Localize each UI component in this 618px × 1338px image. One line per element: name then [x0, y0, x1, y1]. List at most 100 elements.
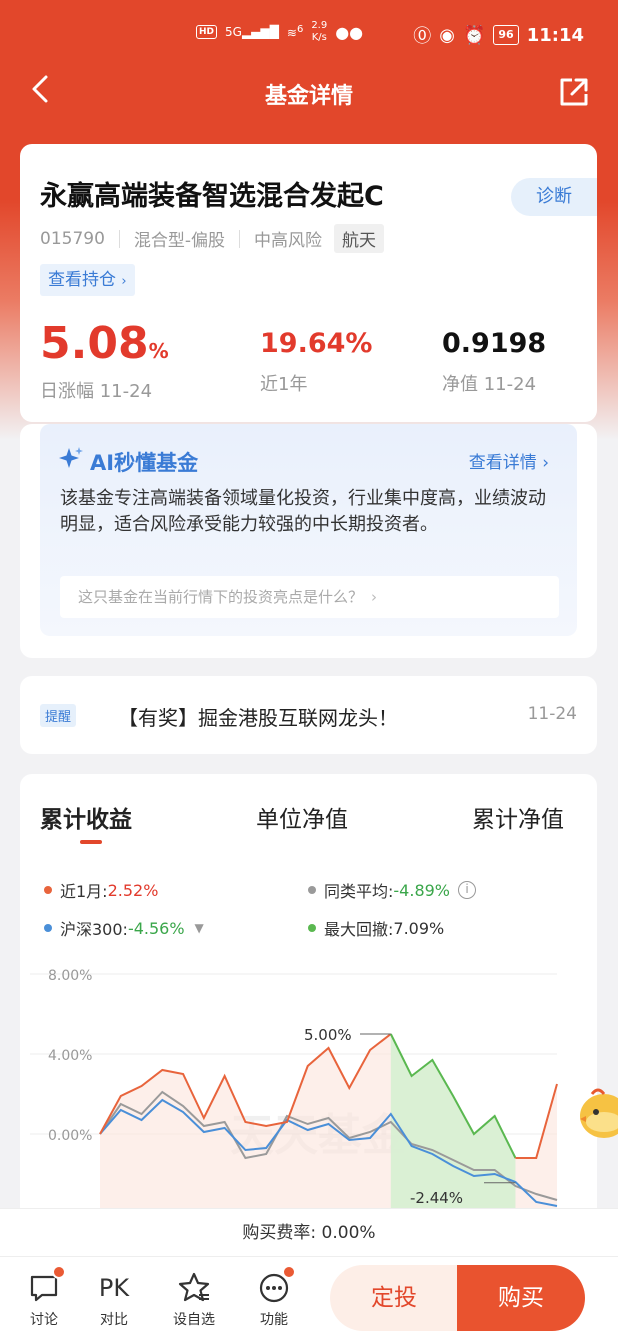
- y-tick-label: 0.00%: [48, 1128, 92, 1144]
- ai-description: 该基金专注高端装备领域量化投资，行业集中度高，业绩波动明显，适合风险承受能力较强…: [60, 488, 546, 535]
- daily-change-number: 5.08: [40, 318, 149, 369]
- year-return-value: 19.64%: [260, 328, 373, 359]
- diagnose-button[interactable]: 诊断: [511, 178, 597, 216]
- status-right: ⓪ ◉ ⏰ 96 11:14: [413, 22, 584, 48]
- ai-title-label: AI秒懂基金: [90, 450, 199, 475]
- nav-value: 0.9198: [442, 328, 547, 359]
- daily-change-label: 日涨幅 11-24: [40, 381, 153, 402]
- legend-index[interactable]: 沪深300: -4.56% ▼: [44, 916, 204, 940]
- features-label: 功能: [260, 1312, 288, 1328]
- speed-unit: K/s: [311, 32, 327, 43]
- info-icon[interactable]: i: [458, 881, 477, 899]
- chat-icon: [14, 1265, 74, 1307]
- pk-icon: PK: [98, 1274, 130, 1302]
- hd-indicator: HD: [196, 25, 218, 39]
- notice-card[interactable]: 提醒 【有奖】掘金港股互联网龙头！ 11-24: [20, 676, 597, 754]
- more-icon: [244, 1265, 304, 1307]
- compare-label: 对比: [100, 1312, 128, 1328]
- annotation-low: -2.44%: [410, 1189, 463, 1207]
- alarm-icon: ⏰: [462, 24, 486, 46]
- legend-drawdown-label: 最大回撤:: [324, 920, 394, 939]
- ai-title: AI秒懂基金: [58, 446, 198, 477]
- nfc-icon: ⓪: [413, 26, 432, 47]
- compare-button[interactable]: PK 对比: [84, 1269, 144, 1329]
- theme-tag[interactable]: 航天: [334, 224, 385, 253]
- nav-stat: 0.9198 净值 11-24: [442, 320, 546, 396]
- y-tick-label: 8.00%: [48, 968, 92, 984]
- fund-code: 015790: [40, 228, 105, 249]
- tab-cumulative-nav[interactable]: 累计净值: [472, 800, 564, 834]
- legend-peer: 同类平均: -4.89% i: [308, 878, 477, 902]
- fund-risk[interactable]: 中高风险: [254, 226, 322, 251]
- legend-peer-label: 同类平均:: [324, 882, 394, 901]
- view-holdings-label: 查看持仓: [48, 270, 116, 290]
- sparkle-icon: [58, 446, 84, 477]
- status-left: HD 5G▂▄▆█ ≋6 2.9 K/s ●●: [196, 20, 363, 44]
- ai-details-link[interactable]: 查看详情 ›: [469, 448, 549, 473]
- battery-icon: 96: [493, 25, 519, 45]
- tab-active-indicator: [80, 840, 102, 844]
- legend-peer-value: -4.89%: [393, 880, 451, 900]
- nav-bar: 基金详情: [0, 70, 618, 114]
- fund-meta: 015790 混合型-偏股 中高风险 航天: [40, 224, 385, 253]
- ai-summary-panel: AI秒懂基金 查看详情 › 该基金专注高端装备领域量化投资，行业集中度高，业绩波…: [40, 424, 577, 636]
- legend-dot: [44, 886, 52, 894]
- eye-comfort-icon: ◉: [439, 24, 455, 46]
- fund-summary-card: 永赢高端装备智选混合发起C 诊断 015790 混合型-偏股 中高风险 航天 查…: [20, 144, 597, 422]
- divider: [118, 229, 120, 248]
- network-speed: 2.9 K/s: [311, 20, 327, 44]
- view-holdings-button[interactable]: 查看持仓 ›: [40, 264, 135, 296]
- page-title: 基金详情: [264, 84, 353, 109]
- speed-value: 2.9: [311, 20, 328, 31]
- share-icon[interactable]: [558, 76, 590, 108]
- legend-index-value: -4.56%: [127, 918, 185, 938]
- divider: [239, 229, 241, 248]
- year-return-stat: 19.64% 近1年: [260, 320, 372, 396]
- daily-change-stat: 5.08% 日涨幅 11-24: [40, 320, 169, 403]
- annotation-high: 5.00%: [304, 1026, 352, 1044]
- mascot-float-icon[interactable]: [578, 1086, 618, 1146]
- performance-chart[interactable]: 8.00%4.00%0.00%天天基金5.00%-2.44%: [20, 954, 597, 1214]
- features-button[interactable]: 功能: [244, 1265, 304, 1329]
- legend-fund-value: 2.52%: [107, 880, 159, 900]
- legend-dot: [308, 924, 316, 932]
- ai-summary-card: AI秒懂基金 查看详情 › 该基金专注高端装备领域量化投资，行业集中度高，业绩波…: [20, 424, 597, 658]
- wechat-icon: ●●: [335, 22, 364, 42]
- notification-dot: [52, 1265, 66, 1279]
- discuss-label: 讨论: [30, 1312, 58, 1328]
- add-watchlist-button[interactable]: 设自选: [164, 1269, 224, 1329]
- discuss-button[interactable]: 讨论: [14, 1265, 74, 1329]
- legend-index-label: 沪深300:: [60, 920, 128, 939]
- buy-button[interactable]: 购买: [457, 1265, 585, 1331]
- fund-type[interactable]: 混合型-偏股: [134, 226, 225, 251]
- auto-invest-button[interactable]: 定投: [330, 1265, 458, 1331]
- legend-dot: [44, 924, 52, 932]
- ai-question-button[interactable]: 这只基金在当前行情下的投资亮点是什么？ ›: [60, 576, 559, 618]
- dropdown-triangle-icon[interactable]: ▼: [195, 921, 204, 935]
- notification-dot: [282, 1265, 296, 1279]
- nav-label: 净值 11-24: [442, 374, 537, 395]
- legend-fund: 近1月: 2.52%: [44, 878, 158, 902]
- y-tick-label: 4.00%: [48, 1048, 92, 1064]
- tab-unit-nav[interactable]: 单位净值: [256, 800, 348, 834]
- legend-dot: [308, 886, 316, 894]
- daily-change-unit: %: [148, 339, 169, 363]
- legend-fund-label: 近1月:: [60, 882, 108, 901]
- status-bar: HD 5G▂▄▆█ ≋6 2.9 K/s ●● ⓪ ◉ ⏰ 96 11:14: [0, 0, 618, 70]
- legend-drawdown: 最大回撤: 7.09%: [308, 916, 444, 940]
- notice-date: 11-24: [527, 704, 577, 724]
- chevron-right-icon: ›: [542, 453, 549, 473]
- clock: 11:14: [526, 24, 584, 46]
- fund-name: 永赢高端装备智选混合发起C: [40, 181, 384, 212]
- star-add-icon: [164, 1269, 224, 1307]
- signal-5g-icon: 5G▂▄▆█: [225, 25, 279, 39]
- notice-badge: 提醒: [40, 704, 77, 727]
- drawdown-area: [390, 1034, 516, 1214]
- tab-cumulative-return[interactable]: 累计收益: [40, 800, 132, 834]
- signal-label: 5G: [225, 25, 242, 39]
- chevron-right-icon: ›: [121, 274, 127, 289]
- legend-drawdown-value: 7.09%: [393, 918, 445, 938]
- bottom-action-bar: 讨论 PK 对比 设自选 功能 定投 购买: [0, 1256, 618, 1338]
- year-return-label: 近1年: [260, 374, 308, 395]
- daily-change-value: 5.08%: [40, 320, 169, 375]
